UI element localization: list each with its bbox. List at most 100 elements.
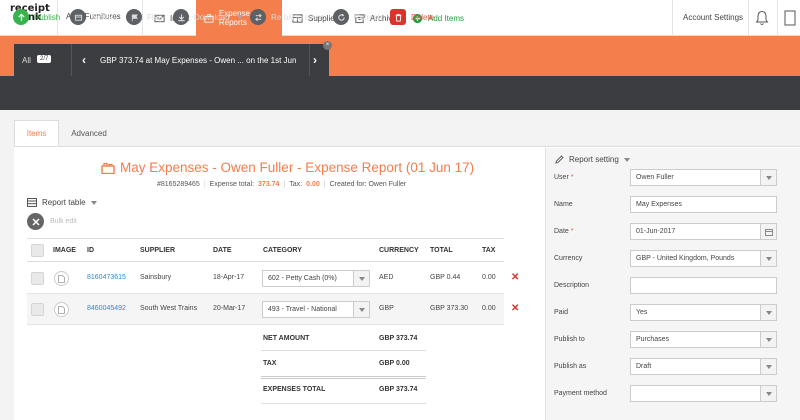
dropdown-button[interactable] xyxy=(760,386,776,401)
created-for: Created for: Owen Fuller xyxy=(329,181,407,188)
chevron-down-icon xyxy=(765,337,772,342)
row-checkbox[interactable] xyxy=(31,303,44,316)
publish-button[interactable]: Publish xyxy=(13,9,60,25)
expenses-total-value: GBP 373.74 xyxy=(379,386,418,393)
meta-separator: | xyxy=(283,181,286,188)
previous-report-arrow-icon[interactable]: ‹ xyxy=(82,53,86,67)
item-id-link[interactable]: 8160473615 xyxy=(87,274,126,281)
select-all-checkbox[interactable] xyxy=(31,244,44,257)
refresh-icon xyxy=(333,9,349,25)
col-currency[interactable]: CURRENCY xyxy=(379,247,419,254)
currency-select[interactable]: GBP - United Kingdom, Pounds xyxy=(630,250,777,267)
description-label-text: Description xyxy=(554,282,590,289)
dropdown-button[interactable] xyxy=(760,359,776,374)
items-table-header: IMAGE ID SUPPLIER DATE CATEGORY CURRENCY… xyxy=(27,238,504,262)
chevron-down-icon xyxy=(623,157,630,162)
currency-label-text: Currency xyxy=(554,255,583,262)
receipt-image-icon[interactable] xyxy=(54,271,69,286)
net-amount-label: NET AMOUNT xyxy=(263,335,310,342)
publish-as-select[interactable]: Draft xyxy=(630,358,777,375)
expense-report-icon xyxy=(101,162,115,174)
chevron-down-icon xyxy=(90,200,97,205)
col-category[interactable]: CATEGORY xyxy=(263,247,302,254)
action-toolbar xyxy=(0,76,800,110)
chevron-down-icon xyxy=(236,15,243,19)
table-row[interactable]: 8460045492 South West Trains 20-Mar-17 4… xyxy=(27,294,519,325)
category-select[interactable]: 493 - Travel - National xyxy=(262,301,370,318)
required-marker: * xyxy=(570,174,574,181)
archive-button[interactable]: Archive xyxy=(70,9,118,25)
col-tax[interactable]: TAX xyxy=(482,247,495,254)
refresh-button[interactable]: Refresh xyxy=(333,9,382,25)
refresh-label: Refresh xyxy=(354,12,383,22)
rebill-label: Re-bill to client xyxy=(271,12,324,22)
table-icon xyxy=(27,198,37,207)
download-button[interactable]: Download xyxy=(173,9,243,25)
date-field[interactable]: 01-Jun-2017 xyxy=(630,223,777,240)
bulk-edit-button[interactable]: Bulk edit xyxy=(27,213,77,230)
item-date: 20-Mar-17 xyxy=(213,305,246,312)
flag-button[interactable]: Flag xyxy=(126,9,163,25)
navigator-divider xyxy=(309,44,310,76)
download-label: Download xyxy=(194,12,230,22)
col-supplier[interactable]: SUPPLIER xyxy=(140,247,175,254)
payment-method-label-text: Payment method xyxy=(554,390,607,397)
upload-icon xyxy=(13,9,29,25)
remove-item-icon[interactable]: ✕ xyxy=(511,303,519,314)
net-amount-value: GBP 373.74 xyxy=(379,335,418,342)
paid-label: Paid xyxy=(554,309,568,316)
paid-select[interactable]: Yes xyxy=(630,304,777,321)
name-field[interactable]: May Expenses xyxy=(630,196,777,213)
table-row[interactable]: 8160473615 Sainsbury 18-Apr-17 602 - Pet… xyxy=(27,263,519,294)
user-select[interactable]: Owen Fuller xyxy=(630,169,777,186)
chevron-down-icon xyxy=(765,364,772,369)
report-meta: #8165289465 | Expense total: 373.74 | Ta… xyxy=(157,181,406,188)
report-title-text: May Expenses - Owen Fuller - Expense Rep… xyxy=(120,160,475,175)
close-navigator-icon[interactable]: × xyxy=(323,41,332,50)
bell-icon[interactable] xyxy=(755,10,769,26)
col-date[interactable]: DATE xyxy=(213,247,232,254)
account-settings-link[interactable]: Account Settings xyxy=(683,13,743,22)
report-setting-toggle[interactable]: Report setting xyxy=(555,155,630,164)
calendar-button[interactable] xyxy=(760,224,776,239)
user-value: Owen Fuller xyxy=(636,174,674,181)
report-table-toggle[interactable]: Report table xyxy=(27,198,97,207)
remove-item-icon[interactable]: ✕ xyxy=(511,272,519,283)
all-reports-link[interactable]: All xyxy=(22,56,31,65)
delete-button[interactable]: Delete xyxy=(390,9,434,25)
dropdown-button[interactable] xyxy=(760,170,776,185)
publish-to-select[interactable]: Purchases xyxy=(630,331,777,348)
col-total[interactable]: TOTAL xyxy=(430,247,453,254)
tab-items[interactable]: Items xyxy=(14,120,59,146)
item-id-link[interactable]: 8460045492 xyxy=(87,305,126,312)
name-label-text: Name xyxy=(554,201,573,208)
category-select[interactable]: 602 - Petty Cash (0%) xyxy=(262,270,370,287)
receipt-image-icon[interactable] xyxy=(54,302,69,317)
dropdown-button[interactable] xyxy=(760,251,776,266)
col-id[interactable]: ID xyxy=(87,247,94,254)
payment-method-select[interactable] xyxy=(630,385,777,402)
archive-label: Archive xyxy=(91,12,118,22)
item-tax: 0.00 xyxy=(482,305,496,312)
meta-separator: | xyxy=(203,181,206,188)
nav-divider xyxy=(672,0,673,36)
dropdown-button[interactable] xyxy=(760,332,776,347)
tax-total-label: TAX xyxy=(263,360,277,367)
item-total: GBP 0.44 xyxy=(430,274,461,281)
expense-total-label: Expense total: xyxy=(209,181,255,188)
dropdown-button[interactable] xyxy=(353,302,369,317)
next-report-arrow-icon[interactable]: › xyxy=(313,53,317,67)
row-checkbox[interactable] xyxy=(31,272,44,285)
delete-label: Delete xyxy=(411,12,435,22)
help-icon[interactable] xyxy=(784,10,796,26)
publish-to-label: Publish to xyxy=(554,336,585,343)
description-field[interactable] xyxy=(630,277,777,294)
dropdown-button[interactable] xyxy=(760,305,776,320)
totals-divider xyxy=(261,376,426,379)
rebill-button[interactable]: Re-bill to client xyxy=(250,9,323,25)
publish-as-label: Publish as xyxy=(554,363,586,370)
archive-icon xyxy=(70,9,86,25)
pencil-icon xyxy=(555,155,564,164)
dropdown-button[interactable] xyxy=(353,271,369,286)
tab-advanced[interactable]: Advanced xyxy=(64,120,114,146)
